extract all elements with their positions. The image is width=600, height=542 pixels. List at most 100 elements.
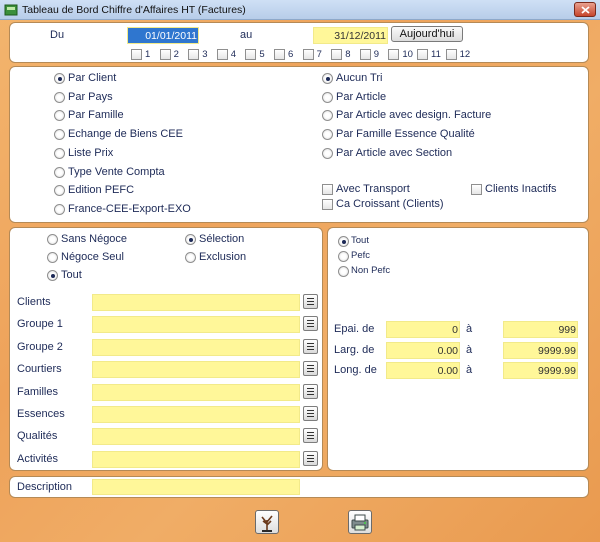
- month-8-checkbox[interactable]: [331, 49, 343, 60]
- month-5-label: 5: [259, 49, 265, 60]
- list-icon: [304, 429, 317, 442]
- non-pefc-radio[interactable]: [338, 266, 349, 277]
- month-2-checkbox[interactable]: [159, 49, 171, 60]
- filter-list-button-6[interactable]: [303, 428, 318, 444]
- filter-input-6[interactable]: [92, 428, 300, 446]
- list-icon: [304, 295, 317, 308]
- sans-negoce-radio[interactable]: [47, 234, 58, 245]
- grouping-radio-0[interactable]: [54, 73, 65, 84]
- filter-input-4[interactable]: [92, 383, 300, 401]
- grouping-radio-5[interactable]: [54, 166, 65, 178]
- dimensions-panel: Tout Pefc Non Pefc Epai. de 0 à 999 Larg. de…: [327, 227, 589, 471]
- close-button[interactable]: [574, 2, 596, 17]
- month-1-checkbox[interactable]: [131, 49, 142, 60]
- dim-from-input-0[interactable]: 0: [386, 321, 460, 338]
- month-8-label: 8: [345, 49, 351, 60]
- month-5-checkbox[interactable]: [245, 49, 257, 60]
- dim-to-input-1[interactable]: 9999.99: [503, 341, 578, 359]
- selection-radio[interactable]: [185, 234, 196, 245]
- pefc-radio[interactable]: [338, 251, 349, 262]
- sort-radio-4[interactable]: [322, 147, 333, 159]
- du-date-field[interactable]: 01/01/2011: [127, 27, 199, 44]
- month-4-checkbox[interactable]: [216, 49, 228, 60]
- grouping-radio-3[interactable]: [54, 129, 65, 141]
- filter-input-5[interactable]: [92, 406, 300, 423]
- dim-a-label-1: à: [466, 343, 473, 356]
- avec-transport-label: Avec Transport: [336, 183, 410, 195]
- sort-radio-0[interactable]: [322, 73, 333, 84]
- filter-label-0: Clients: [17, 296, 51, 308]
- filter-list-button-2[interactable]: [303, 338, 318, 354]
- month-4-label: 4: [230, 49, 237, 60]
- pefc-tout-radio[interactable]: [338, 236, 349, 247]
- grouping-radio-4[interactable]: [54, 147, 65, 159]
- filter-label-7: Activités: [17, 452, 58, 465]
- description-input[interactable]: [92, 479, 300, 495]
- grouping-radio-7[interactable]: [54, 203, 65, 215]
- filter-list-button-1[interactable]: [303, 316, 318, 332]
- sort-radio-1[interactable]: [322, 91, 333, 103]
- window-title: Tableau de Bord Chiffre d'Affaires HT (F…: [22, 4, 246, 16]
- month-12-checkbox[interactable]: [445, 49, 457, 60]
- filter-input-7[interactable]: [92, 450, 300, 468]
- month-7-label: 7: [316, 49, 322, 60]
- month-10-label: 10: [402, 49, 413, 60]
- tout-negoce-radio[interactable]: [47, 270, 58, 281]
- app-icon: [4, 4, 18, 16]
- sort-label-1: Par Article: [336, 90, 387, 103]
- au-date-field[interactable]: 31/12/2011: [313, 27, 388, 44]
- grouping-radio-1[interactable]: [54, 91, 65, 103]
- grouping-radio-6[interactable]: [54, 185, 65, 197]
- filter-list-button-4[interactable]: [303, 383, 318, 399]
- grouping-label-5: Type Vente Compta: [68, 165, 165, 178]
- dim-from-value-0: 0: [452, 324, 458, 336]
- exclusion-radio[interactable]: [185, 252, 196, 263]
- filter-list-button-0[interactable]: [303, 294, 318, 309]
- grouping-label-6: Edition PEFC: [68, 184, 135, 197]
- au-date-value: 31/12/2011: [334, 30, 386, 42]
- today-button[interactable]: Aujourd'hui: [391, 26, 463, 42]
- month-7-checkbox[interactable]: [302, 49, 314, 60]
- filter-input-0[interactable]: [92, 294, 300, 311]
- filter-list-button-5[interactable]: [303, 406, 318, 421]
- month-6-checkbox[interactable]: [274, 49, 285, 60]
- exclusion-label: Exclusion: [199, 251, 247, 263]
- dim-to-value-0: 999: [558, 324, 576, 336]
- dim-to-input-0[interactable]: 999: [503, 321, 578, 338]
- filter-list-button-3[interactable]: [303, 361, 318, 377]
- dim-a-label-2: à: [466, 364, 473, 376]
- selection-label: Sélection: [199, 233, 245, 245]
- filter-list-button-7[interactable]: [303, 450, 318, 466]
- filter-input-1[interactable]: [92, 316, 300, 334]
- today-button-label: Aujourd'hui: [399, 28, 455, 40]
- ca-croissant-checkbox[interactable]: [322, 199, 333, 210]
- dim-from-input-1[interactable]: 0.00: [386, 341, 460, 359]
- printer-icon: [351, 514, 369, 531]
- list-icon: [304, 452, 317, 465]
- dim-to-input-2[interactable]: 9999.99: [503, 362, 578, 379]
- month-11-checkbox[interactable]: [417, 49, 428, 60]
- grouping-label-4: Liste Prix: [68, 146, 114, 159]
- filter-input-2[interactable]: [92, 338, 300, 356]
- grouping-label-0: Par Client: [68, 72, 117, 84]
- dim-to-value-1: 9999.99: [538, 344, 576, 357]
- sort-radio-3[interactable]: [322, 129, 333, 141]
- filter-label-2: Groupe 2: [17, 340, 63, 353]
- sort-radio-2[interactable]: [322, 110, 333, 122]
- dim-from-input-2[interactable]: 0.00: [386, 362, 460, 379]
- month-12-label: 12: [459, 49, 471, 60]
- description-label: Description: [17, 481, 73, 493]
- filter-input-3[interactable]: [92, 361, 300, 379]
- clients-inactifs-checkbox[interactable]: [471, 184, 482, 195]
- month-10-checkbox[interactable]: [388, 49, 400, 60]
- tree-report-button[interactable]: [255, 510, 279, 534]
- grouping-radio-2[interactable]: [54, 110, 65, 122]
- pefc-label: Pefc: [351, 250, 371, 261]
- month-3-checkbox[interactable]: [188, 49, 200, 60]
- du-date-value: 01/01/2011: [145, 30, 197, 42]
- month-9-checkbox[interactable]: [359, 49, 371, 60]
- print-button[interactable]: [348, 510, 372, 534]
- negoce-seul-radio[interactable]: [47, 252, 58, 263]
- avec-transport-checkbox[interactable]: [322, 184, 333, 195]
- dim-from-value-2: 0.00: [437, 365, 458, 377]
